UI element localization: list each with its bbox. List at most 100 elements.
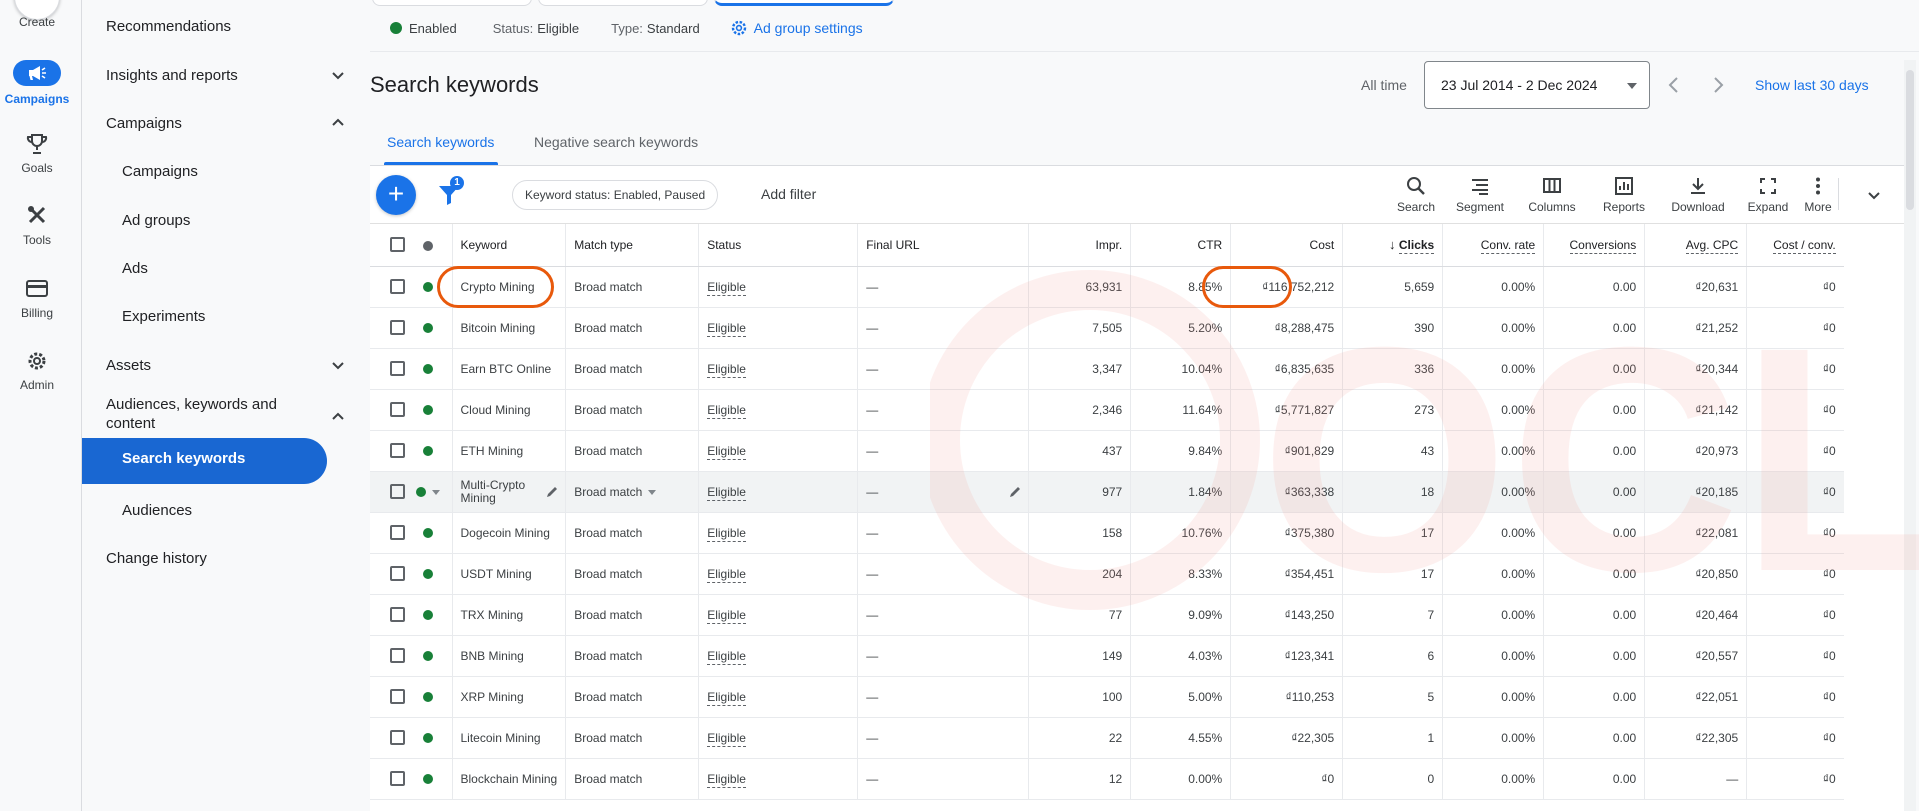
table-row[interactable]: Cloud Mining Broad match Eligible — 2,346 11.… [370, 389, 1844, 431]
header-final-url[interactable]: Final URL [857, 224, 1030, 267]
row-checkbox[interactable] [390, 607, 405, 623]
rail-item-billing[interactable]: Billing [0, 278, 74, 320]
header-impr[interactable]: Impr. [1028, 224, 1132, 267]
top-tab-2[interactable] [538, 0, 708, 6]
status-cell[interactable]: Eligible [698, 348, 859, 390]
status-cell[interactable]: Eligible [698, 512, 859, 554]
row-checkbox[interactable] [390, 361, 405, 377]
nav-item-campaigns-group[interactable]: Campaigns [106, 115, 346, 132]
status-cell[interactable]: Eligible [698, 266, 859, 308]
header-avg-cpc[interactable]: Avg. CPC [1644, 224, 1748, 267]
nav-item-assets[interactable]: Assets [106, 357, 346, 374]
status-cell[interactable]: Eligible [698, 389, 859, 431]
row-select-cell[interactable] [370, 594, 405, 636]
rail-item-tools[interactable]: Tools [0, 205, 74, 247]
keyword-cell[interactable]: Cloud Mining [452, 389, 567, 431]
top-tab-3[interactable] [714, 0, 894, 6]
status-cell[interactable]: Eligible [698, 553, 859, 595]
nav-item-audiences[interactable]: Audiences [122, 502, 346, 519]
scrollbar[interactable] [1904, 60, 1916, 811]
header-match-type[interactable]: Match type [565, 224, 700, 267]
status-cell[interactable]: Eligible [698, 307, 859, 349]
keyword-cell[interactable]: TRX Mining [452, 594, 567, 636]
table-row[interactable]: USDT Mining Broad match Eligible —204 8.33% ₫… [370, 553, 1844, 595]
row-select-cell[interactable] [370, 430, 405, 472]
row-checkbox[interactable] [390, 484, 405, 500]
keyword-cell[interactable]: Earn BTC Online [452, 348, 567, 390]
tab-negative-search-keywords[interactable]: Negative search keywords [534, 134, 698, 150]
row-select-cell[interactable] [370, 553, 405, 595]
top-tab-1[interactable] [372, 0, 532, 6]
row-select-cell[interactable] [370, 389, 405, 431]
status-cell[interactable]: Eligible [698, 676, 859, 718]
match-type-cell[interactable]: Broad match [565, 471, 700, 513]
row-checkbox[interactable] [390, 402, 405, 418]
status-cell[interactable]: Eligible [698, 635, 859, 677]
status-cell[interactable]: Eligible [698, 430, 859, 472]
keyword-cell[interactable]: Dogecoin Mining [452, 512, 567, 554]
row-checkbox[interactable] [390, 320, 405, 336]
header-ctr[interactable]: CTR [1130, 224, 1232, 267]
nav-item-audiences-group[interactable]: Audiences, keywords and content [106, 395, 346, 433]
keyword-status-filter-chip[interactable]: Keyword status: Enabled, Paused [512, 180, 719, 210]
row-select-cell[interactable] [370, 307, 405, 349]
reports-tool[interactable]: Reports [1594, 176, 1654, 214]
keyword-cell[interactable]: Multi-Crypto Mining [452, 471, 567, 513]
nav-item-ads[interactable]: Ads [122, 260, 346, 277]
date-range-picker[interactable]: 23 Jul 2014 - 2 Dec 2024 [1424, 61, 1650, 109]
row-select-cell[interactable] [370, 512, 405, 554]
row-checkbox[interactable] [390, 279, 405, 295]
segment-tool[interactable]: Segment [1450, 176, 1510, 214]
chevron-right-icon[interactable] [1708, 74, 1728, 96]
row-select-cell[interactable] [370, 471, 405, 513]
row-checkbox[interactable] [390, 443, 405, 459]
rail-item-admin[interactable]: Admin [0, 350, 74, 392]
table-row[interactable]: TRX Mining Broad match Eligible — 77 9.09% ₫14… [370, 594, 1844, 636]
columns-tool[interactable]: Columns [1522, 176, 1582, 214]
keyword-cell[interactable]: Crypto Mining [452, 266, 567, 308]
search-tool[interactable]: Search [1386, 176, 1446, 214]
keyword-cell[interactable]: XRP Mining [452, 676, 567, 718]
row-select-cell[interactable] [370, 635, 405, 677]
tab-search-keywords[interactable]: Search keywords [387, 134, 494, 150]
status-cell[interactable]: Eligible [698, 594, 859, 636]
nav-item-ad-groups[interactable]: Ad groups [122, 212, 346, 229]
keyword-cell[interactable]: ETH Mining [452, 430, 567, 472]
keyword-cell[interactable]: BNB Mining [452, 635, 567, 677]
table-row[interactable]: Dogecoin Mining Broad match Eligible — 158 10… [370, 512, 1844, 554]
table-row[interactable]: Blockchain Mining Broad match Eligible —12 0… [370, 758, 1844, 800]
keyword-cell[interactable]: Bitcoin Mining [452, 307, 567, 349]
header-cost[interactable]: Cost [1230, 224, 1344, 267]
table-row[interactable]: Bitcoin Mining Broad match Eligible — 7,505 5… [370, 307, 1844, 349]
final-url-cell[interactable]: — [857, 471, 1030, 513]
header-conversions[interactable]: Conversions [1543, 224, 1646, 267]
keyword-cell[interactable]: Litecoin Mining [452, 717, 567, 759]
row-select-cell[interactable] [370, 676, 405, 718]
more-tool[interactable]: More [1788, 176, 1848, 214]
table-row[interactable]: Crypto Mining Broad match Eligible — 63,931 8… [370, 266, 1844, 308]
select-all-cell[interactable] [370, 224, 405, 267]
header-conv-rate[interactable]: Conv. rate [1442, 224, 1545, 267]
row-select-cell[interactable] [370, 758, 405, 800]
show-last-30-days-link[interactable]: Show last 30 days [1755, 77, 1869, 93]
row-checkbox[interactable] [390, 525, 405, 541]
header-clicks[interactable]: ↓ Clicks [1342, 224, 1444, 267]
keyword-cell[interactable]: USDT Mining [452, 553, 567, 595]
chevron-left-icon[interactable] [1664, 74, 1684, 96]
table-row[interactable]: Litecoin Mining Broad match Eligible — 22 4.5… [370, 717, 1844, 759]
row-checkbox[interactable] [390, 566, 405, 582]
row-select-cell[interactable] [370, 266, 405, 308]
nav-item-insights[interactable]: Insights and reports [106, 67, 346, 84]
row-select-cell[interactable] [370, 348, 405, 390]
pencil-icon[interactable] [545, 485, 559, 499]
caret-down-icon[interactable] [432, 489, 441, 495]
header-status[interactable]: Status [698, 224, 859, 267]
add-keyword-button[interactable]: + [376, 175, 416, 215]
keyword-cell[interactable]: Blockchain Mining [452, 758, 567, 800]
scrollbar-thumb[interactable] [1906, 70, 1914, 210]
nav-item-change-history[interactable]: Change history [106, 550, 346, 567]
row-select-cell[interactable] [370, 717, 405, 759]
pencil-icon[interactable] [1008, 485, 1022, 499]
rail-item-goals[interactable]: Goals [0, 133, 74, 175]
nav-item-recommendations[interactable]: Recommendations [106, 18, 346, 35]
